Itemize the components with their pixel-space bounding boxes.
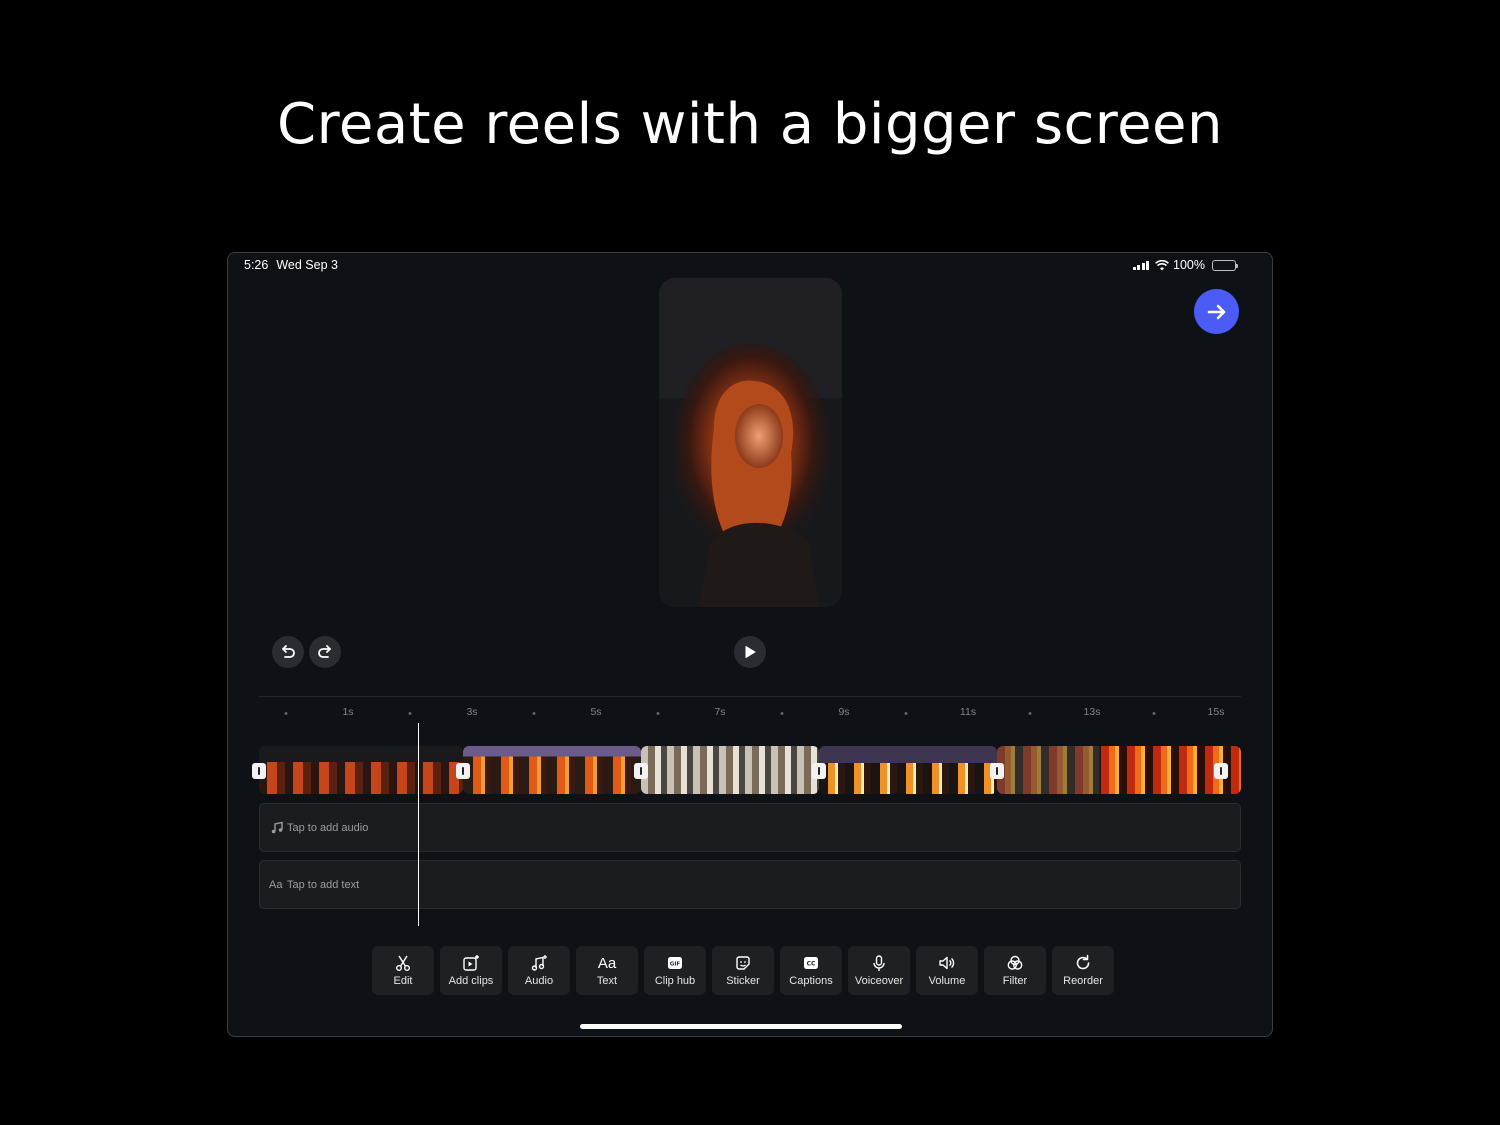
tick-dot bbox=[408, 712, 412, 715]
wifi-icon bbox=[1155, 259, 1169, 270]
battery-percent: 100% bbox=[1173, 258, 1205, 272]
playhead[interactable] bbox=[418, 723, 419, 926]
tick-label: 11s bbox=[959, 706, 977, 718]
volume-button[interactable]: Volume bbox=[916, 946, 978, 995]
text-track[interactable]: Aa Tap to add text bbox=[259, 860, 1241, 909]
filter-label: Filter bbox=[1002, 975, 1028, 987]
trim-handle[interactable] bbox=[990, 763, 1004, 779]
tick-dot bbox=[1152, 712, 1156, 715]
music-note-icon bbox=[271, 821, 283, 833]
tick-label: 5s bbox=[590, 706, 602, 718]
video-clip[interactable] bbox=[819, 746, 997, 794]
svg-text:GIF: GIF bbox=[670, 962, 681, 968]
trim-handle[interactable] bbox=[456, 763, 470, 779]
preview-frame bbox=[659, 278, 842, 607]
text-button[interactable]: Aa Text bbox=[576, 946, 638, 995]
tick-dot bbox=[904, 712, 908, 715]
tablet-screen: 5:26 Wed Sep 3 100% 1s 3s 5s 7s 9s 11s 1… bbox=[227, 252, 1273, 1037]
microphone-icon bbox=[870, 954, 888, 972]
add-clip-icon bbox=[462, 954, 480, 972]
captions-button[interactable]: CC Captions bbox=[780, 946, 842, 995]
timeline-ruler-line bbox=[259, 696, 1241, 697]
add-clips-label: Add clips bbox=[448, 975, 494, 987]
tick-dot bbox=[1028, 712, 1032, 715]
filter-button[interactable]: Filter bbox=[984, 946, 1046, 995]
tick-label: 7s bbox=[714, 706, 726, 718]
cellular-signal-icon bbox=[1132, 260, 1150, 270]
tick-dot bbox=[780, 712, 784, 715]
volume-label: Volume bbox=[928, 975, 966, 987]
cc-icon: CC bbox=[802, 954, 820, 972]
audio-track-label: Tap to add audio bbox=[287, 821, 369, 834]
video-clip[interactable] bbox=[641, 746, 819, 794]
tick-dot bbox=[532, 712, 536, 715]
video-clip[interactable] bbox=[463, 746, 641, 794]
next-button[interactable] bbox=[1194, 289, 1239, 334]
sticker-label: Sticker bbox=[726, 975, 760, 987]
audio-button[interactable]: Audio bbox=[508, 946, 570, 995]
tick-label: 13s bbox=[1083, 706, 1101, 718]
audio-label: Audio bbox=[524, 975, 554, 987]
tick-label: 15s bbox=[1207, 706, 1225, 718]
reorder-label: Reorder bbox=[1063, 975, 1103, 987]
undo-button[interactable] bbox=[272, 636, 304, 668]
home-indicator[interactable] bbox=[580, 1024, 902, 1029]
edit-label: Edit bbox=[393, 975, 413, 987]
play-icon bbox=[745, 646, 756, 658]
voiceover-label: Voiceover bbox=[854, 975, 904, 987]
tick-label: 1s bbox=[342, 706, 354, 718]
tick-dot bbox=[656, 712, 660, 715]
clip-strip[interactable] bbox=[252, 746, 1241, 794]
video-preview[interactable] bbox=[659, 278, 842, 607]
redo-icon bbox=[318, 645, 331, 658]
text-label: Text bbox=[596, 975, 618, 987]
speaker-icon bbox=[938, 954, 956, 972]
play-button[interactable] bbox=[734, 636, 766, 668]
status-date: Wed Sep 3 bbox=[276, 258, 338, 272]
add-clips-button[interactable]: Add clips bbox=[440, 946, 502, 995]
music-note-icon bbox=[530, 954, 548, 972]
tick-dot bbox=[284, 712, 288, 715]
trim-handle[interactable] bbox=[812, 763, 826, 779]
page-headline: Create reels with a bigger screen bbox=[277, 92, 1223, 157]
tick-label: 3s bbox=[466, 706, 478, 718]
video-clip[interactable] bbox=[997, 746, 1241, 794]
edit-button[interactable]: Edit bbox=[372, 946, 434, 995]
text-aa-icon: Aa bbox=[597, 954, 617, 972]
text-aa-icon: Aa bbox=[269, 878, 283, 891]
svg-text:CC: CC bbox=[807, 961, 816, 968]
trim-handle[interactable] bbox=[634, 763, 648, 779]
battery-icon bbox=[1212, 259, 1238, 271]
arrow-right-icon bbox=[1207, 304, 1225, 319]
clip-hub-button[interactable]: GIF Clip hub bbox=[644, 946, 706, 995]
tick-label: 9s bbox=[838, 706, 850, 718]
gif-icon: GIF bbox=[666, 954, 684, 972]
voiceover-button[interactable]: Voiceover bbox=[848, 946, 910, 995]
trim-handle[interactable] bbox=[1214, 763, 1228, 779]
filter-circles-icon bbox=[1006, 954, 1024, 972]
scissors-icon bbox=[394, 954, 412, 972]
redo-button[interactable] bbox=[309, 636, 341, 668]
status-bar-left: 5:26 Wed Sep 3 bbox=[244, 258, 346, 272]
timeline-ruler: 1s 3s 5s 7s 9s 11s 13s 15s bbox=[228, 706, 1272, 722]
rotate-icon bbox=[1074, 954, 1092, 972]
captions-label: Captions bbox=[789, 975, 833, 987]
video-clip[interactable] bbox=[259, 746, 463, 794]
sticker-icon bbox=[734, 954, 752, 972]
clip-hub-label: Clip hub bbox=[654, 975, 696, 987]
text-track-label: Tap to add text bbox=[287, 878, 360, 891]
reorder-button[interactable]: Reorder bbox=[1052, 946, 1114, 995]
trim-handle[interactable] bbox=[252, 763, 266, 779]
audio-track[interactable]: Tap to add audio bbox=[259, 803, 1241, 852]
status-time: 5:26 bbox=[244, 258, 269, 272]
editor-toolbar: Edit Add clips Audio Aa Text GIF Clip hu… bbox=[372, 946, 1114, 995]
status-bar-right: 100% bbox=[1132, 258, 1238, 272]
sticker-button[interactable]: Sticker bbox=[712, 946, 774, 995]
undo-icon bbox=[282, 645, 295, 658]
